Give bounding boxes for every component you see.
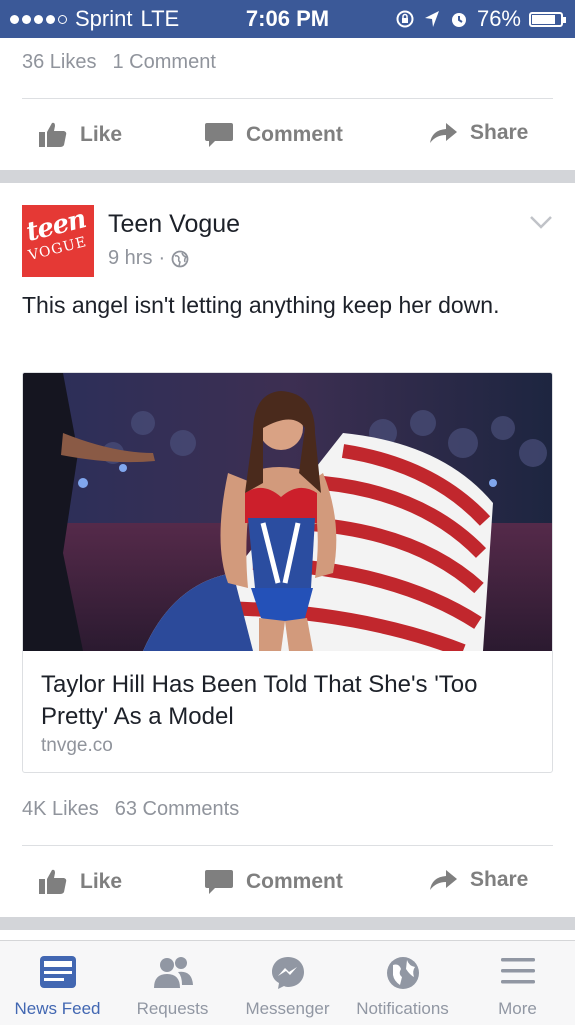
status-bar: Sprint LTE 7:06 PM 76% bbox=[0, 0, 575, 38]
tab-label: Messenger bbox=[245, 999, 330, 1018]
messenger-icon bbox=[271, 957, 304, 989]
friends-icon bbox=[153, 957, 193, 988]
post-time[interactable]: 9 hrs bbox=[108, 247, 152, 270]
globe-privacy-icon bbox=[171, 250, 189, 267]
post-counts: 4K Likes 63 Comments bbox=[22, 798, 239, 821]
tab-news-feed[interactable]: News Feed bbox=[0, 941, 115, 1025]
tab-requests[interactable]: Requests bbox=[115, 941, 230, 1025]
comment-bubble-icon bbox=[205, 123, 233, 147]
article-title[interactable]: Taylor Hill Has Been Told That She's 'To… bbox=[41, 669, 536, 733]
share-arrow-icon bbox=[430, 123, 457, 143]
prev-comments-count[interactable]: 1 Comment bbox=[113, 51, 216, 74]
like-button[interactable]: Like bbox=[38, 868, 122, 895]
status-icons: 76% bbox=[395, 6, 566, 32]
tab-more[interactable]: More bbox=[460, 941, 575, 1025]
article-photo[interactable] bbox=[23, 373, 552, 651]
like-label: Like bbox=[80, 869, 123, 893]
feed-separator bbox=[0, 170, 575, 183]
link-preview-card[interactable]: Taylor Hill Has Been Told That She's 'To… bbox=[22, 372, 553, 773]
comment-label: Comment bbox=[246, 123, 343, 146]
share-arrow-icon bbox=[430, 870, 457, 890]
globe-icon bbox=[386, 957, 419, 989]
likes-count[interactable]: 4K Likes bbox=[22, 798, 99, 821]
prev-like-button[interactable]: Like bbox=[38, 121, 122, 148]
thumbs-up-icon bbox=[39, 869, 67, 894]
prev-comment-button[interactable]: Comment bbox=[204, 121, 343, 149]
article-domain: tnvge.co bbox=[41, 735, 113, 756]
post-header: teen VOGUE Teen Vogue 9 hrs · bbox=[22, 205, 553, 280]
tab-label: News Feed bbox=[14, 999, 101, 1018]
comments-count[interactable]: 63 Comments bbox=[115, 798, 240, 821]
feed-separator bbox=[0, 917, 575, 930]
battery-percent: 76% bbox=[476, 6, 521, 31]
tab-bar: News Feed Requests Messenger Notificatio… bbox=[0, 940, 575, 1025]
lock-rotation-icon bbox=[396, 10, 414, 28]
post-text: This angel isn't letting anything keep h… bbox=[22, 292, 500, 318]
share-button[interactable]: Share bbox=[428, 868, 528, 892]
post-actions: Like Comment Share bbox=[0, 861, 575, 901]
page-name[interactable]: Teen Vogue bbox=[108, 210, 240, 239]
prev-post-actions: Like Comment Share bbox=[0, 114, 575, 154]
news-feed-icon bbox=[39, 956, 76, 988]
tab-messenger[interactable]: Messenger bbox=[230, 941, 345, 1025]
chevron-down-icon[interactable] bbox=[529, 215, 553, 229]
divider bbox=[22, 98, 553, 99]
like-label: Like bbox=[80, 122, 123, 146]
alarm-icon bbox=[451, 13, 466, 27]
comment-button[interactable]: Comment bbox=[204, 868, 343, 896]
tab-label: More bbox=[498, 999, 537, 1018]
thumbs-up-icon bbox=[39, 122, 67, 147]
page-avatar[interactable]: teen VOGUE bbox=[22, 205, 94, 277]
comment-label: Comment bbox=[246, 870, 343, 893]
prev-share-button[interactable]: Share bbox=[428, 121, 528, 145]
prev-post-counts: 36 Likes 1 Comment bbox=[22, 51, 216, 74]
post-meta: 9 hrs · bbox=[108, 247, 189, 270]
meta-separator: · bbox=[158, 247, 166, 269]
tab-notifications[interactable]: Notifications bbox=[345, 941, 460, 1025]
divider bbox=[22, 845, 553, 846]
comment-bubble-icon bbox=[205, 870, 233, 894]
location-arrow-icon bbox=[424, 11, 439, 27]
share-label: Share bbox=[470, 868, 529, 891]
share-label: Share bbox=[470, 121, 529, 144]
prev-likes-count[interactable]: 36 Likes bbox=[22, 51, 97, 74]
battery-icon bbox=[529, 11, 566, 27]
tab-label: Notifications bbox=[356, 999, 449, 1018]
menu-icon bbox=[500, 958, 535, 984]
tab-label: Requests bbox=[136, 999, 209, 1018]
